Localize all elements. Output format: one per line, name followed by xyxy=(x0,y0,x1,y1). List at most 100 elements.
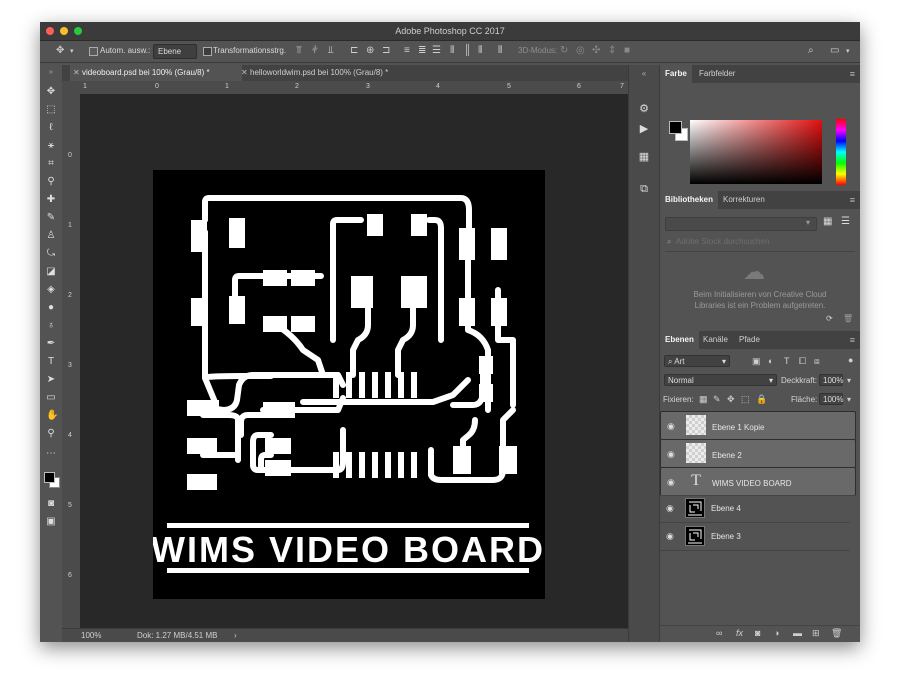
doc-tab-helloworldwim[interactable]: ✕ helloworldwim.psd bei 100% (Grau/8) * xyxy=(238,65,430,81)
styles-icon[interactable]: ⧉ xyxy=(638,183,650,195)
slide-3d-icon[interactable]: ⇕ xyxy=(608,46,616,56)
adjustment-layer-icon[interactable]: ◑ xyxy=(774,628,779,638)
list-view-icon[interactable]: ☰ xyxy=(841,216,850,227)
opacity-input[interactable]: 100% xyxy=(819,374,843,386)
tab-farbe[interactable]: Farbe xyxy=(660,65,692,83)
chevron-right-icon[interactable]: › xyxy=(234,631,237,640)
brush-tool-icon[interactable]: ✎ xyxy=(46,213,56,223)
collapse-icon[interactable]: « xyxy=(638,68,650,80)
path-selection-tool-icon[interactable]: ➤ xyxy=(46,375,56,385)
zoom-level[interactable]: 100% xyxy=(81,631,101,640)
chevron-down-icon[interactable]: ▾ xyxy=(846,47,850,57)
blend-mode-dropdown[interactable]: Normal ▾ xyxy=(664,374,777,386)
align-right-icon[interactable]: ⊐ xyxy=(382,46,390,56)
color-picker-icon[interactable]: ⚙ xyxy=(638,103,650,115)
panel-menu-icon[interactable]: ≡ xyxy=(850,195,855,205)
new-group-icon[interactable]: ▬ xyxy=(793,628,802,638)
filter-shape-icon[interactable]: ⧠ xyxy=(799,356,806,367)
hue-slider[interactable] xyxy=(836,119,846,185)
properties-icon[interactable]: ▦ xyxy=(638,151,650,163)
foreground-color-swatch[interactable] xyxy=(669,121,682,134)
zoom-tool-icon[interactable]: ⚲ xyxy=(46,429,56,439)
lock-artboard-icon[interactable]: ⬚ xyxy=(741,394,750,405)
transform-controls-checkbox[interactable] xyxy=(203,47,212,56)
sync-icon[interactable]: ⟳ xyxy=(826,314,833,323)
lock-image-icon[interactable]: ✎ xyxy=(713,394,721,405)
fill-input[interactable]: 100% xyxy=(819,393,843,405)
tab-bibliotheken[interactable]: Bibliotheken xyxy=(660,191,719,209)
layer-row[interactable]: ◉ T WIMS VIDEO BOARD xyxy=(660,467,856,496)
dodge-tool-icon[interactable]: ♁ xyxy=(46,321,56,331)
trash-icon[interactable]: 🗑 xyxy=(843,314,853,323)
move-tool-icon[interactable]: ✥ xyxy=(46,87,56,97)
ruler-origin[interactable] xyxy=(62,81,80,94)
magic-wand-tool-icon[interactable]: ⚹ xyxy=(46,141,56,151)
eye-icon[interactable]: ◉ xyxy=(666,503,674,514)
clone-stamp-tool-icon[interactable]: ♙ xyxy=(46,231,56,241)
align-vcenter-icon[interactable]: ⫩ xyxy=(312,46,318,56)
document-canvas[interactable]: WIMS VIDEO BOARD xyxy=(80,94,628,628)
foreground-color-swatch[interactable] xyxy=(44,472,55,483)
new-layer-icon[interactable]: ⊞ xyxy=(812,628,820,639)
layer-row[interactable]: ◉ Ebene 3 xyxy=(660,523,850,551)
add-mask-icon[interactable]: ◙ xyxy=(755,628,760,638)
eye-icon[interactable]: ◉ xyxy=(667,420,675,433)
orbit-3d-icon[interactable]: ↻ xyxy=(560,46,568,56)
eraser-tool-icon[interactable]: ◪ xyxy=(46,267,56,277)
filter-toggle-icon[interactable]: ● xyxy=(848,355,853,365)
layer-style-icon[interactable]: fx xyxy=(736,628,743,638)
chevron-down-icon[interactable]: ▾ xyxy=(847,395,851,404)
paint-bucket-tool-icon[interactable]: ◈ xyxy=(46,285,56,295)
distribute-hcenter-icon[interactable]: ║ xyxy=(464,46,471,56)
play-icon[interactable]: ▶ xyxy=(638,123,650,135)
distribute-top-icon[interactable]: ≡ xyxy=(404,46,410,56)
auto-select-dropdown[interactable]: Ebene xyxy=(153,44,197,59)
layer-filter-dropdown[interactable]: ⌕ Art ▾ xyxy=(664,355,730,367)
doc-tab-videoboard[interactable]: ✕ videoboard.psd bei 100% (Grau/8) * xyxy=(70,65,242,81)
healing-brush-tool-icon[interactable]: ✚ xyxy=(46,195,56,205)
lock-all-icon[interactable]: 🔒 xyxy=(756,394,767,405)
lasso-tool-icon[interactable]: ℓ xyxy=(46,123,56,133)
drag-3d-icon[interactable]: ✣ xyxy=(592,46,600,56)
pen-tool-icon[interactable]: ✒ xyxy=(46,339,56,349)
eye-icon[interactable]: ◉ xyxy=(666,531,674,542)
layer-row[interactable]: ◉ Ebene 2 xyxy=(660,439,856,468)
eye-icon[interactable]: ◉ xyxy=(667,448,675,461)
filter-smart-object-icon[interactable]: ⧈ xyxy=(814,356,820,367)
lock-transparent-icon[interactable]: ▦ xyxy=(699,394,708,405)
distribute-bottom-icon[interactable]: ☰ xyxy=(432,46,441,56)
link-layers-icon[interactable]: ∞ xyxy=(716,628,722,638)
document-size[interactable]: Dok: 1.27 MB/4.51 MB xyxy=(137,631,217,640)
align-hcenter-icon[interactable]: ⊕ xyxy=(366,46,374,56)
trash-icon[interactable]: 🗑 xyxy=(831,628,842,639)
tab-pfade[interactable]: Pfade xyxy=(734,331,765,349)
workspace-icon[interactable]: ▭ xyxy=(830,46,839,56)
close-icon[interactable]: ✕ xyxy=(241,65,248,81)
blur-tool-icon[interactable]: ● xyxy=(46,303,56,313)
distribute-left-icon[interactable]: ⦀ xyxy=(450,46,454,56)
eyedropper-tool-icon[interactable]: ⚲ xyxy=(46,177,56,187)
lock-position-icon[interactable]: ✥ xyxy=(727,394,735,405)
distribute-right-icon[interactable]: ⦀ xyxy=(478,46,482,56)
chevron-down-icon[interactable]: ▾ xyxy=(806,218,810,227)
crop-tool-icon[interactable]: ⌗ xyxy=(46,159,56,169)
close-icon[interactable]: ✕ xyxy=(73,65,80,81)
type-tool-icon[interactable]: T xyxy=(46,357,56,367)
marquee-tool-icon[interactable]: ⬚ xyxy=(46,105,56,115)
screen-mode-icon[interactable]: ▣ xyxy=(46,517,56,527)
roll-3d-icon[interactable]: ◎ xyxy=(576,46,585,56)
chevron-down-icon[interactable]: ▾ xyxy=(847,376,851,385)
chevron-down-icon[interactable]: ▾ xyxy=(70,47,74,57)
distribute-vcenter-icon[interactable]: ≣ xyxy=(418,46,426,56)
library-dropdown[interactable] xyxy=(665,217,817,231)
tab-farbfelder[interactable]: Farbfelder xyxy=(694,65,740,83)
filter-pixel-icon[interactable]: ▣ xyxy=(752,356,761,367)
align-top-icon[interactable]: ⫪ xyxy=(296,46,302,56)
more-tools-icon[interactable]: ⋯ xyxy=(46,449,56,459)
camera-3d-icon[interactable]: ■ xyxy=(624,46,630,56)
horizontal-ruler[interactable]: 1 0 1 2 3 4 5 6 7 xyxy=(80,81,628,95)
auto-select-checkbox[interactable] xyxy=(89,47,98,56)
auto-align-icon[interactable]: ⫴ xyxy=(498,46,502,56)
vertical-ruler[interactable]: 0 1 2 3 4 5 6 xyxy=(62,94,81,628)
grid-view-icon[interactable]: ▦ xyxy=(823,216,832,227)
